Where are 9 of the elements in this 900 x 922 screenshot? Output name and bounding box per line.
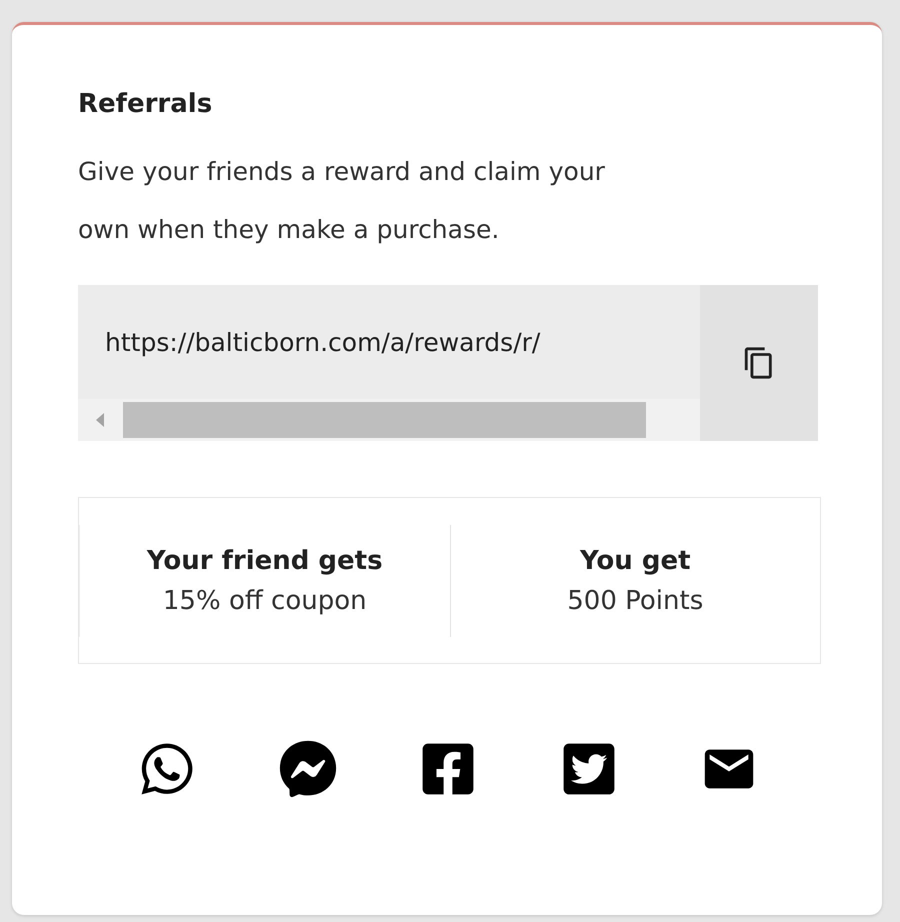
referral-link-field[interactable]: https://balticborn.com/a/rewards/r/ bbox=[78, 285, 700, 399]
description: Give your friends a reward and claim your own when they make a purchase. bbox=[78, 156, 606, 246]
scrollbar-drawing[interactable] bbox=[78, 399, 700, 441]
reward-value: 15% off coupon bbox=[162, 586, 367, 616]
reward-heading: You get bbox=[580, 546, 691, 576]
reward-heading: Your friend gets bbox=[146, 546, 383, 576]
chat-bubble-zigzag-icon[interactable] bbox=[278, 740, 336, 798]
reward-value: 500 Points bbox=[567, 586, 704, 616]
card-title: Referrals bbox=[78, 89, 214, 119]
